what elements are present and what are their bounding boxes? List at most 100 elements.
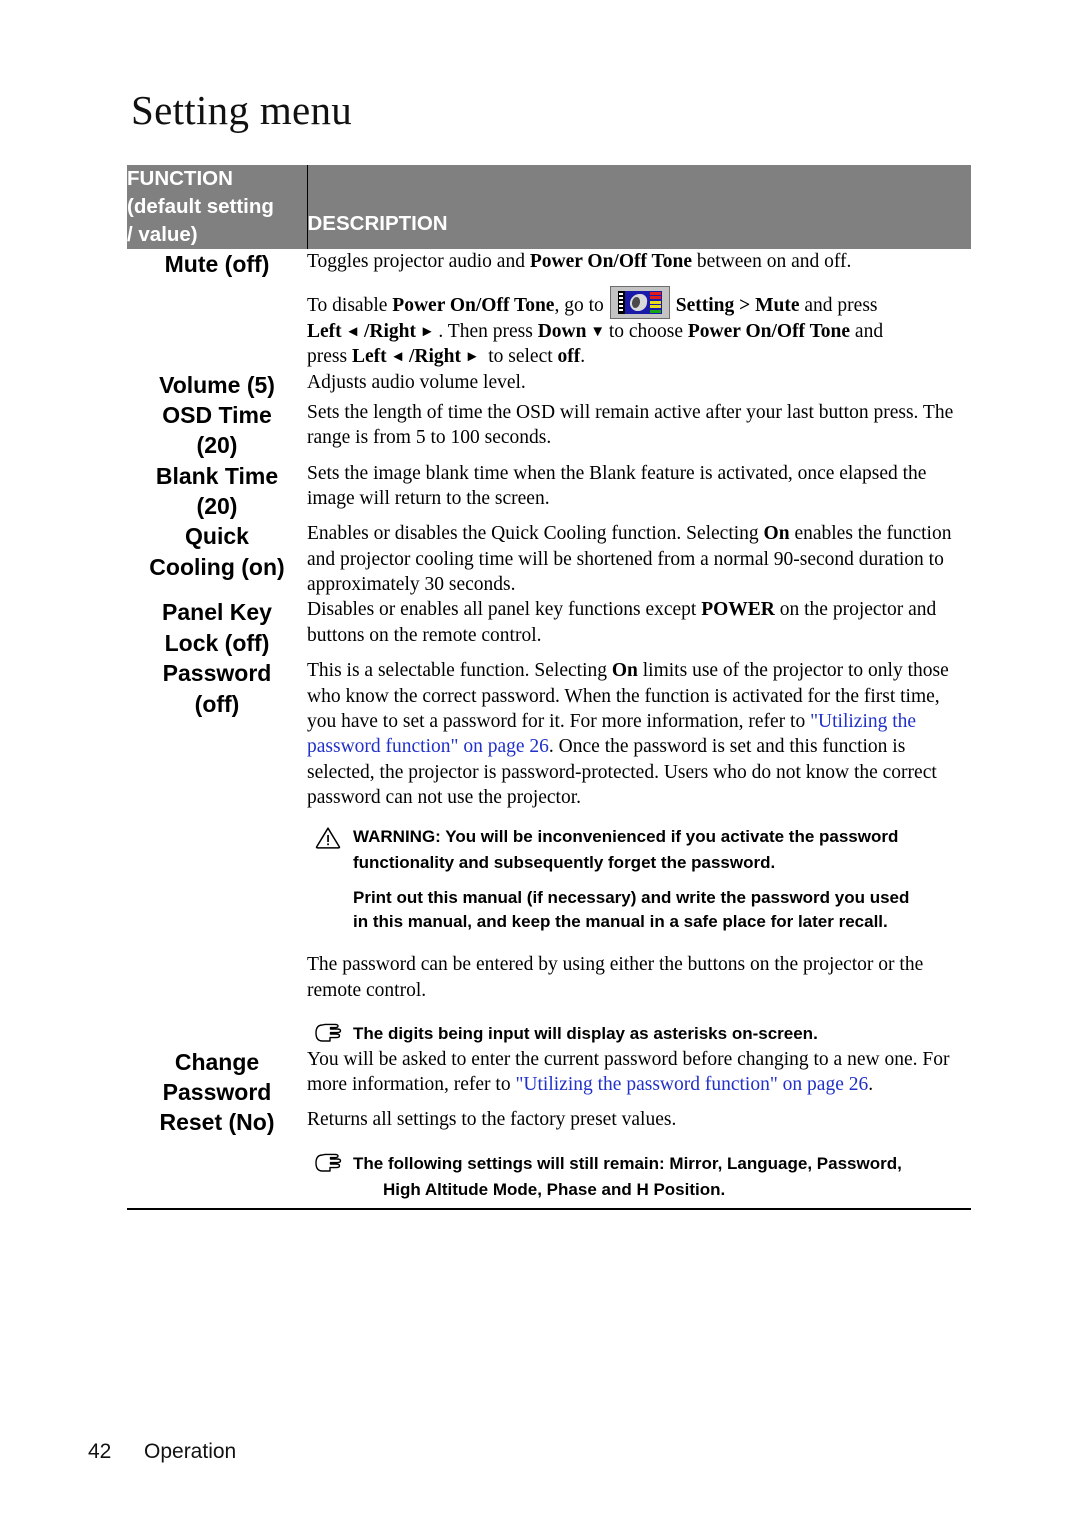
mute-p2-mute: Mute (755, 294, 800, 316)
table-row: OSD Time (20) Sets the length of time th… (127, 400, 971, 461)
description-mute: Toggles projector audio and Power On/Off… (307, 249, 971, 370)
document-page: Setting menu FUNCTION (default setting /… (0, 0, 1080, 1529)
warning-line-1: WARNING: You will be inconvenienced if y… (353, 827, 899, 847)
footer-section-name: Operation (144, 1440, 237, 1463)
mute-p2-tail: and press (799, 294, 878, 316)
mute-p2-part1: To disable (307, 294, 393, 316)
page-footer: 42 Operation (88, 1440, 236, 1464)
mute-p3-tochoose: to choose (608, 320, 688, 342)
warning-block-2: Print out this manual (if necessary) and… (307, 886, 971, 934)
osd-time-line1: OSD Time (162, 402, 272, 429)
function-name-quick-cooling: Quick Cooling (on) (127, 521, 307, 597)
description-change-password: You will be asked to enter the current p… (307, 1047, 971, 1108)
warning-line-4: in this manual, and keep the manual in a… (353, 912, 888, 932)
footer-page-number: 42 (88, 1440, 112, 1463)
table-row: Volume (5) Adjusts audio volume level. (127, 370, 971, 400)
column-header-function: FUNCTION (default setting / value) (127, 165, 308, 249)
table-row: Blank Time (20) Sets the image blank tim… (127, 461, 971, 522)
quick-cooling-line2: Cooling (on) (149, 553, 285, 580)
table-row: Quick Cooling (on) Enables or disables t… (127, 521, 971, 597)
function-name-blank-time: Blank Time (20) (127, 461, 307, 522)
setting-menu-table: FUNCTION (default setting / value) DESCR… (127, 165, 971, 1211)
table-header: FUNCTION (default setting / value) DESCR… (127, 165, 971, 249)
table-body: Mute (off) Toggles projector audio and P… (127, 249, 971, 1211)
column-header-description: DESCRIPTION (307, 165, 971, 249)
mute-p3-tone: Power On/Off Tone (687, 320, 851, 342)
mute-p4-right: /Right (408, 346, 461, 368)
mute-paragraph-1: Toggles projector audio and Power On/Off… (307, 249, 971, 274)
table-row: Password (off) This is a selectable func… (127, 658, 971, 1046)
change-password-line1: Change (174, 1048, 260, 1075)
password-entry-text: The password can be entered by using eit… (307, 954, 924, 1001)
function-name-password: Password (off) (127, 658, 307, 1046)
function-header-line2: (default setting (127, 194, 274, 218)
blank-time-text: Sets the image blank time when the Blank… (307, 462, 927, 510)
pwd-on-bold: On (611, 660, 638, 682)
film-strip-icon (617, 290, 625, 314)
quick-cooling-text: Enables or disables the Quick Cooling fu… (307, 521, 971, 597)
setting-menu-icon-inner (617, 290, 662, 314)
table-header-row: FUNCTION (default setting / value) DESCR… (127, 165, 971, 249)
change-password-line2: Password (162, 1079, 272, 1106)
warning-line-2: functionality and subsequently forget th… (353, 853, 776, 873)
password-function-link-2[interactable]: "Utilizing the password function" on pag… (515, 1074, 868, 1095)
osd-time-line2: (20) (196, 432, 238, 459)
mute-p2-gt: > (734, 294, 756, 316)
speaker-icon (628, 293, 648, 311)
mute-p4-to: to select (483, 346, 558, 368)
mute-p3-down: Down (537, 320, 587, 342)
mute-p3-then: . Then press (438, 320, 538, 342)
mute-p2-bold: Power On/Off Tone (392, 294, 555, 316)
description-reset: Returns all settings to the factory pres… (307, 1107, 971, 1211)
pwd-part1: This is a selectable function. Selecting (307, 660, 612, 682)
left-arrow-icon: ◄ (341, 323, 365, 340)
mute-p4-left: Left (351, 346, 387, 368)
description-blank-time: Sets the image blank time when the Blank… (307, 461, 971, 522)
mute-p1-part1: Toggles projector audio and (307, 250, 530, 272)
function-name-volume: Volume (5) (159, 371, 275, 398)
table-row: Reset (No) Returns all settings to the f… (127, 1107, 971, 1211)
function-name-change-password: Change Password (127, 1047, 307, 1108)
right-arrow-icon-2: ► (460, 349, 484, 366)
warning-triangle-icon (315, 827, 341, 849)
mute-p1-bold: Power On/Off Tone (529, 250, 692, 272)
reset-note-line-1: The following settings will still remain… (353, 1153, 902, 1173)
quick-cooling-line1: Quick (185, 523, 249, 550)
table-row: Panel Key Lock (off) Disables or enables… (127, 597, 971, 658)
password-line1: Password (162, 660, 272, 687)
note-block-reset: The following settings will still remain… (307, 1151, 971, 1209)
description-password: This is a selectable function. Selecting… (307, 658, 971, 1046)
function-header-line3: / value) (127, 222, 198, 246)
volume-text: Adjusts audio volume level. (307, 371, 526, 393)
osd-time-text: Sets the length of time the OSD will rem… (307, 402, 954, 449)
setting-menu-icon (609, 285, 670, 319)
password-line2: (off) (194, 690, 240, 717)
mute-p2-part3: , go to (554, 294, 604, 316)
left-arrow-icon-2: ◄ (386, 349, 409, 366)
change-password-text: You will be asked to enter the current p… (307, 1047, 971, 1098)
description-volume: Adjusts audio volume level. (307, 370, 971, 400)
down-arrow-icon: ▼ (586, 323, 609, 340)
function-name-reset: Reset (No) (127, 1107, 307, 1211)
note-digits-text: The digits being input will display as a… (353, 1023, 818, 1043)
function-name-mute: Mute (off) (164, 250, 270, 277)
mute-p3-right: /Right (364, 320, 417, 342)
blank-time-line1: Blank Time (155, 462, 279, 489)
password-text: This is a selectable function. Selecting… (307, 658, 971, 810)
mute-p4-dot: . (580, 346, 586, 368)
mute-p3-and: and (850, 320, 884, 342)
note-block-digits: The digits being input will display as a… (307, 1021, 971, 1047)
quick-part1: Enables or disables the Quick Cooling fu… (307, 523, 764, 545)
table-row: Change Password You will be asked to ent… (127, 1047, 971, 1108)
table-row: Mute (off) Toggles projector audio and P… (127, 249, 971, 370)
panel-key-lock-line1: Panel Key (162, 599, 272, 626)
description-panel-key-lock: Disables or enables all panel key functi… (307, 597, 971, 658)
function-header-line1: FUNCTION (127, 167, 233, 190)
panel-power-bold: POWER (701, 599, 775, 621)
reset-text: Returns all settings to the factory pres… (307, 1109, 677, 1131)
mute-p4-off: off (557, 346, 581, 368)
description-quick-cooling: Enables or disables the Quick Cooling fu… (307, 521, 971, 597)
function-name-osd-time: OSD Time (20) (127, 400, 307, 461)
mute-p3-left: Left (307, 320, 342, 342)
right-arrow-icon: ► (416, 323, 439, 340)
